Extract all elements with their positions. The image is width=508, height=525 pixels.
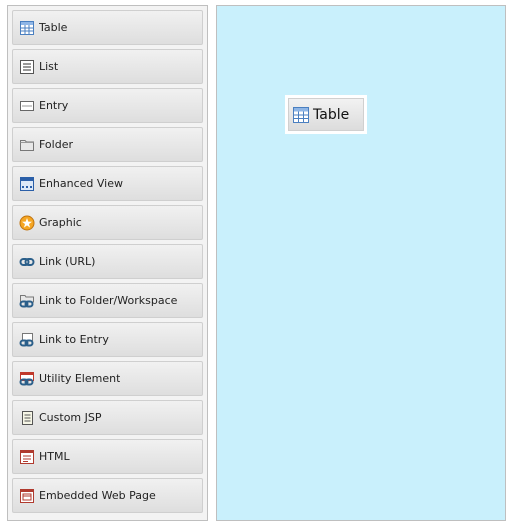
element-palette: Table List Entry Folder Enhanced View Gr… [7,5,208,521]
link-folder-icon [19,293,35,309]
canvas-table-label: Table [313,106,350,123]
palette-item-entry[interactable]: Entry [12,88,203,123]
link-icon [19,254,35,270]
palette-item-folder[interactable]: Folder [12,127,203,162]
palette-item-list[interactable]: List [12,49,203,84]
palette-item-link-folder[interactable]: Link to Folder/Workspace [12,283,203,318]
table-icon [19,20,35,36]
html-icon [19,449,35,465]
palette-item-label: List [39,60,59,73]
palette-item-graphic[interactable]: Graphic [12,205,203,240]
palette-item-label: Graphic [39,216,82,229]
palette-item-html[interactable]: HTML [12,439,203,474]
graphic-icon [19,215,35,231]
embedded-web-page-icon [19,488,35,504]
palette-item-enhanced-view[interactable]: Enhanced View [12,166,203,201]
palette-item-label: Custom JSP [39,411,102,424]
palette-item-label: Table [39,21,68,34]
canvas-table-element[interactable]: Table [285,95,367,134]
layout-canvas[interactable]: Table [216,5,506,521]
folder-icon [19,137,35,153]
enhanced-view-icon [19,176,35,192]
palette-item-label: Enhanced View [39,177,124,190]
palette-item-embedded-web-page[interactable]: Embedded Web Page [12,478,203,513]
palette-item-utility-element[interactable]: Utility Element [12,361,203,396]
canvas-table-element-body[interactable]: Table [288,98,364,131]
palette-item-label: Embedded Web Page [39,489,156,502]
palette-item-label: Utility Element [39,372,121,385]
palette-item-link-entry[interactable]: Link to Entry [12,322,203,357]
link-entry-icon [19,332,35,348]
palette-item-label: HTML [39,450,70,463]
list-icon [19,59,35,75]
palette-item-label: Link to Folder/Workspace [39,294,178,307]
custom-jsp-icon [19,410,35,426]
entry-icon [19,98,35,114]
palette-item-table[interactable]: Table [12,10,203,45]
utility-element-icon [19,371,35,387]
palette-item-label: Entry [39,99,69,112]
palette-item-link-url[interactable]: Link (URL) [12,244,203,279]
palette-item-label: Link (URL) [39,255,96,268]
table-icon [292,106,310,124]
palette-item-label: Folder [39,138,73,151]
palette-item-custom-jsp[interactable]: Custom JSP [12,400,203,435]
palette-item-label: Link to Entry [39,333,109,346]
